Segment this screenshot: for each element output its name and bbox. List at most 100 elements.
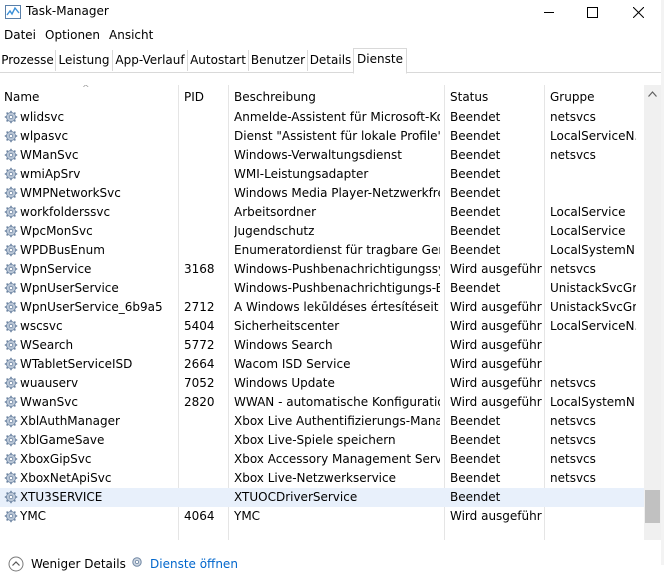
service-gear-icon (4, 490, 18, 504)
sort-ascending-icon: ^ (82, 85, 90, 94)
service-description: Windows-Pushbenachrichtigungssy... (234, 262, 440, 276)
service-group: netsvcs (550, 148, 596, 162)
service-status: Beendet (450, 224, 501, 238)
service-name: wuauserv (20, 376, 79, 390)
service-gear-icon (4, 338, 18, 352)
service-gear-icon (4, 167, 18, 181)
table-row[interactable]: wscsvc 5404 Sicherheitscenter Wird ausgefüh… (0, 317, 644, 336)
tab-details[interactable]: Details (308, 50, 354, 71)
menu-ansicht[interactable]: Ansicht (109, 28, 153, 42)
service-status: Wird ausgeführt (450, 262, 542, 276)
minimize-button[interactable] (526, 0, 572, 25)
chevron-up-icon (648, 90, 657, 97)
table-row[interactable]: wuauserv 7052 Windows Update Wird ausgeführ… (0, 374, 644, 393)
chevron-up-circle-icon[interactable] (8, 556, 24, 572)
column-header-status[interactable]: Status (450, 90, 488, 104)
table-row[interactable]: XTU3SERVICE XTUOCDriverService Beendet (0, 488, 644, 507)
table-row[interactable]: WManSvc Windows-Verwaltungsdienst Beendet n… (0, 146, 644, 165)
service-description: Enumeratordienst für tragbare Geräte (234, 243, 440, 257)
column-header-group[interactable]: Gruppe (550, 90, 594, 104)
service-description: Windows Search (234, 338, 333, 352)
service-description: Jugendschutz (234, 224, 315, 238)
service-gear-icon (4, 262, 18, 276)
service-name: XblAuthManager (20, 414, 120, 428)
table-row[interactable]: workfolderssvc Arbeitsordner Beendet LocalS… (0, 203, 644, 222)
tab-leistung[interactable]: Leistung (56, 50, 113, 71)
service-status: Wird ausgeführt (450, 357, 542, 371)
service-gear-icon (4, 243, 18, 257)
table-row[interactable]: YMC 4064 YMC Wird ausgeführt (0, 507, 644, 526)
service-group: LocalServiceN... (550, 129, 636, 143)
service-description: Windows-Pushbenachrichtigungs-B... (234, 281, 440, 295)
tab-benutzer[interactable]: Benutzer (249, 50, 308, 71)
scroll-up-button[interactable] (644, 85, 661, 102)
service-group: netsvcs (550, 433, 596, 447)
service-gear-icon (4, 414, 18, 428)
service-name: XboxGipSvc (20, 452, 92, 466)
service-description: Windows-Verwaltungsdienst (234, 148, 402, 162)
service-group: UnistackSvcGr... (550, 281, 636, 295)
service-description: Anmelde-Assistent für Microsoft-Ko... (234, 110, 440, 124)
table-row[interactable]: XboxGipSvc Xbox Accessory Management Serv… (0, 450, 644, 469)
table-row[interactable]: WwanSvc 2820 WWAN - automatische Konfigura… (0, 393, 644, 412)
table-row[interactable]: WpcMonSvc Jugendschutz Beendet LocalService (0, 222, 644, 241)
table-row[interactable]: XboxNetApiSvc Xbox Live-Netzwerkservice Be… (0, 469, 644, 488)
fewer-details-link[interactable]: Weniger Details (31, 557, 126, 571)
service-gear-icon (4, 433, 18, 447)
service-description: XTUOCDriverService (234, 490, 358, 504)
service-name: workfolderssvc (20, 205, 111, 219)
table-row[interactable]: WMPNetworkSvc Windows Media Player-Netzwe… (0, 184, 644, 203)
service-status: Beendet (450, 167, 501, 181)
scrollbar-thumb[interactable] (645, 490, 660, 523)
table-row[interactable]: WPDBusEnum Enumeratordienst für tragbare … (0, 241, 644, 260)
service-status: Beendet (450, 414, 501, 428)
table-row[interactable]: wmiApSrv WMI-Leistungsadapter Beendet (0, 165, 644, 184)
maximize-button[interactable] (569, 0, 615, 25)
minimize-icon (543, 12, 554, 13)
service-gear-icon (4, 452, 18, 466)
service-gear-icon (4, 129, 18, 143)
tab-dienste[interactable]: Dienste (353, 48, 407, 74)
service-name: wlpasvc (20, 129, 69, 143)
table-row[interactable]: XblAuthManager Xbox Live Authentifizierun… (0, 412, 644, 431)
menu-datei[interactable]: Datei (4, 28, 36, 42)
service-status: Beendet (450, 205, 501, 219)
service-gear-icon (4, 300, 18, 314)
task-manager-icon (5, 5, 21, 19)
service-gear-icon (4, 357, 18, 371)
table-row[interactable]: WpnService 3168 Windows-Pushbenachrichtigu… (0, 260, 644, 279)
column-header-pid[interactable]: PID (184, 90, 204, 104)
table-row[interactable]: WTabletServiceISD 2664 Wacom ISD Service Wi… (0, 355, 644, 374)
tab-prozesse[interactable]: Prozesse (0, 50, 56, 71)
close-button[interactable] (615, 0, 661, 25)
table-row[interactable]: WSearch 5772 Windows Search Wird ausgeführt (0, 336, 644, 355)
column-header-description[interactable]: Beschreibung (234, 90, 316, 104)
service-name: YMC (20, 509, 47, 523)
tab-app-verlauf[interactable]: App-Verlauf (113, 50, 188, 71)
service-group: LocalService (550, 205, 626, 219)
service-status: Wird ausgeführt (450, 509, 542, 523)
service-group: LocalSystemN... (550, 243, 636, 257)
tab-autostart[interactable]: Autostart (188, 50, 249, 71)
service-gear-icon (4, 205, 18, 219)
tab-bar: Prozesse Leistung App-Verlauf Autostart … (0, 48, 664, 74)
table-row[interactable]: WpnUserService Windows-Pushbenachrichtigu… (0, 279, 644, 298)
service-group: netsvcs (550, 376, 596, 390)
table-row[interactable]: wlpasvc Dienst "Assistent für lokale Prof… (0, 127, 644, 146)
vertical-scrollbar[interactable] (644, 85, 661, 540)
table-row[interactable]: wlidsvc Anmelde-Assistent für Microsoft-K… (0, 108, 644, 127)
service-name: wlidsvc (20, 110, 65, 124)
open-services-link[interactable]: Dienste öffnen (150, 557, 238, 571)
table-row[interactable]: WpnUserService_6b9a5 2712 A Windows lekūld… (0, 298, 644, 317)
service-gear-icon (4, 509, 18, 523)
service-status: Beendet (450, 452, 501, 466)
service-pid: 5772 (184, 338, 215, 352)
service-description: Wacom ISD Service (234, 357, 351, 371)
menu-optionen[interactable]: Optionen (45, 28, 100, 42)
table-row[interactable]: XblGameSave Xbox Live-Spiele speichern Bee… (0, 431, 644, 450)
service-description: WWAN - automatische Konfiguration (234, 395, 440, 409)
service-name: WpnService (20, 262, 92, 276)
service-group: netsvcs (550, 262, 596, 276)
service-name: WpnUserService_6b9a5 (20, 300, 163, 314)
column-header-name[interactable]: Name (4, 90, 39, 104)
